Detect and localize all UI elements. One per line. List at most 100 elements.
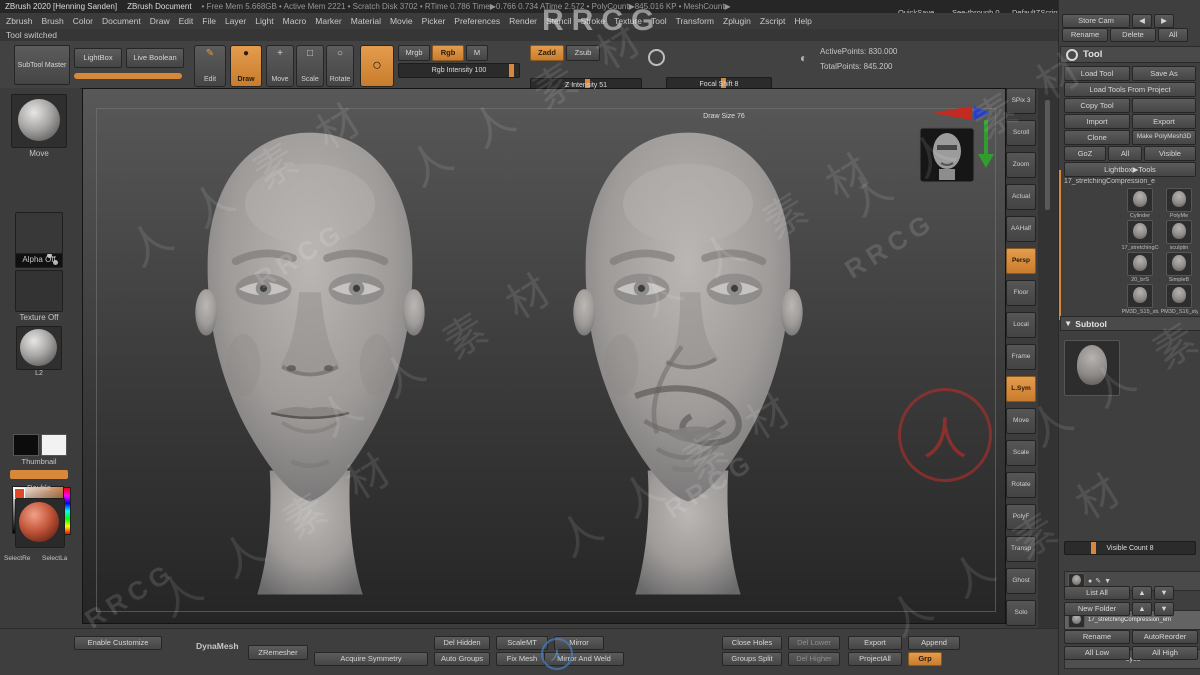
subtool-list-arrow-icon[interactable]: ▼: [1104, 578, 1111, 585]
menu-item[interactable]: Render: [509, 16, 537, 26]
menu-item[interactable]: Transform: [676, 16, 714, 26]
cam-next-button[interactable]: ▶: [1154, 14, 1174, 28]
menu-item[interactable]: Zplugin: [723, 16, 751, 26]
menu-item[interactable]: Zscript: [760, 16, 786, 26]
clone-button[interactable]: Clone: [1064, 130, 1130, 145]
lightbox-button[interactable]: LightBox: [74, 48, 122, 68]
right-shelf-button[interactable]: Local: [1006, 312, 1036, 338]
alpha-thumbnail[interactable]: [15, 212, 63, 254]
auto-groups-button[interactable]: Auto Groups: [434, 652, 490, 666]
tool-thumbnail[interactable]: 20_brS: [1121, 252, 1159, 283]
menu-item[interactable]: Zbrush: [6, 16, 32, 26]
goz-visible-button[interactable]: Visible: [1144, 146, 1196, 161]
right-shelf-button[interactable]: Solo: [1006, 600, 1036, 626]
all-button[interactable]: All: [1158, 28, 1188, 42]
auto-reorder-button[interactable]: AutoReorder: [1132, 630, 1198, 644]
save-as-button[interactable]: Save As: [1132, 66, 1196, 81]
right-shelf-button[interactable]: Rotate: [1006, 472, 1036, 498]
menu-item[interactable]: Layer: [225, 16, 246, 26]
menu-item[interactable]: File: [202, 16, 216, 26]
thumbnail-bar[interactable]: [10, 470, 68, 479]
panel-scrollbar[interactable]: [1045, 100, 1050, 210]
all-low-button[interactable]: All Low: [1064, 646, 1130, 660]
select-lasso-label[interactable]: SelectLa: [42, 556, 67, 563]
folder-down-button[interactable]: ▼: [1154, 602, 1174, 616]
groups-split-button[interactable]: Groups Split: [722, 652, 782, 666]
cam-prev-button[interactable]: ◀: [1132, 14, 1152, 28]
export-bottom-button[interactable]: Export: [848, 636, 902, 650]
menu-item[interactable]: Preferences: [454, 16, 500, 26]
menu-item[interactable]: Edit: [179, 16, 194, 26]
right-shelf-button[interactable]: Scale: [1006, 440, 1036, 466]
enable-customize-button[interactable]: Enable Customize: [74, 636, 162, 650]
menu-item[interactable]: Texture: [614, 16, 642, 26]
make-polymesh3d-button[interactable]: Make PolyMesh3D: [1132, 130, 1196, 145]
menu-item[interactable]: Document: [102, 16, 141, 26]
live-boolean-button[interactable]: Live Boolean: [126, 48, 184, 68]
del-lower-button[interactable]: Del Lower: [788, 636, 840, 650]
menu-item[interactable]: Stroke: [581, 16, 606, 26]
menu-item[interactable]: Draw: [150, 16, 170, 26]
visible-count-slider[interactable]: Visible Count 8: [1064, 541, 1196, 555]
focal-shift-slider[interactable]: Focal Shift 8: [666, 77, 772, 92]
draw-button[interactable]: ● Draw: [230, 45, 262, 87]
new-folder-button[interactable]: New Folder: [1064, 602, 1130, 616]
scale-mt-button[interactable]: ScaleMT: [496, 636, 548, 650]
rgb-button[interactable]: Rgb: [432, 45, 464, 61]
secondary-color-swatch[interactable]: [41, 434, 67, 456]
main-color-swatch[interactable]: [13, 434, 39, 456]
red-material-thumbnail[interactable]: [15, 498, 65, 548]
load-tool-button[interactable]: Load Tool: [1064, 66, 1130, 81]
subtool-pen-icon[interactable]: ✎: [1095, 577, 1101, 585]
subtool-up-button[interactable]: ▲: [1132, 586, 1152, 600]
tool-thumbnail[interactable]: sculptin: [1160, 220, 1198, 251]
texture-thumbnail[interactable]: [15, 270, 63, 312]
menu-item[interactable]: Picker: [422, 16, 446, 26]
del-hidden-button[interactable]: Del Hidden: [434, 636, 490, 650]
select-rect-label[interactable]: SelectRe: [4, 556, 30, 563]
right-shelf-button[interactable]: SPix 3: [1006, 88, 1036, 114]
copy-tool-button[interactable]: Copy Tool: [1064, 98, 1130, 113]
move-button[interactable]: + Move: [266, 45, 294, 87]
grp-button[interactable]: Grp: [908, 652, 942, 666]
project-all-button[interactable]: ProjectAll: [848, 652, 902, 666]
mirror-button[interactable]: Mirror: [554, 636, 604, 650]
list-all-button[interactable]: List All: [1064, 586, 1130, 600]
subtool-down-button[interactable]: ▼: [1154, 586, 1174, 600]
export-button[interactable]: Export: [1132, 114, 1196, 129]
scale-button[interactable]: □ Scale: [296, 45, 324, 87]
menu-item[interactable]: Help: [794, 16, 811, 26]
current-brush-thumbnail[interactable]: [11, 94, 67, 148]
tool-thumbnail[interactable]: PolyMe: [1160, 188, 1198, 219]
fix-mesh-button[interactable]: Fix Mesh: [496, 652, 548, 666]
delete-button[interactable]: Delete: [1110, 28, 1156, 42]
right-shelf-button[interactable]: Move: [1006, 408, 1036, 434]
lightbox-divider-handle[interactable]: [74, 73, 182, 79]
right-shelf-button[interactable]: Actual: [1006, 184, 1036, 210]
subtool-header[interactable]: ▾ Subtool: [1060, 316, 1200, 331]
tool-palette-header[interactable]: Tool: [1060, 46, 1200, 63]
sculpt-viewport[interactable]: [82, 88, 1004, 622]
rename-button[interactable]: Rename: [1062, 28, 1108, 42]
subtool-eye-icon[interactable]: ●: [1088, 578, 1092, 585]
right-shelf-button[interactable]: Scroll: [1006, 120, 1036, 146]
right-shelf-button[interactable]: L.Sym: [1006, 376, 1036, 402]
store-cam-button[interactable]: Store Cam: [1062, 14, 1130, 28]
append-button[interactable]: Append: [908, 636, 960, 650]
menu-item[interactable]: Macro: [283, 16, 307, 26]
mirror-and-weld-button[interactable]: Mirror And Weld: [544, 652, 624, 666]
right-shelf-button[interactable]: PolyF: [1006, 504, 1036, 530]
tool-thumbnail[interactable]: PM3D_S15_stu: [1121, 284, 1159, 315]
right-shelf-button[interactable]: Persp: [1006, 248, 1036, 274]
all-high-button[interactable]: All High: [1132, 646, 1198, 660]
zadd-button[interactable]: Zadd: [530, 45, 564, 61]
tool-thumbnail[interactable]: Cylinder: [1121, 188, 1159, 219]
zsub-button[interactable]: Zsub: [566, 45, 600, 61]
right-shelf-button[interactable]: Zoom: [1006, 152, 1036, 178]
right-shelf-button[interactable]: Ghost: [1006, 568, 1036, 594]
menu-item[interactable]: Light: [255, 16, 273, 26]
material-thumbnail[interactable]: [16, 326, 62, 370]
menu-item[interactable]: Material: [351, 16, 381, 26]
goz-all-button[interactable]: All: [1108, 146, 1142, 161]
rgb-intensity-slider[interactable]: Rgb Intensity 100: [398, 63, 520, 78]
